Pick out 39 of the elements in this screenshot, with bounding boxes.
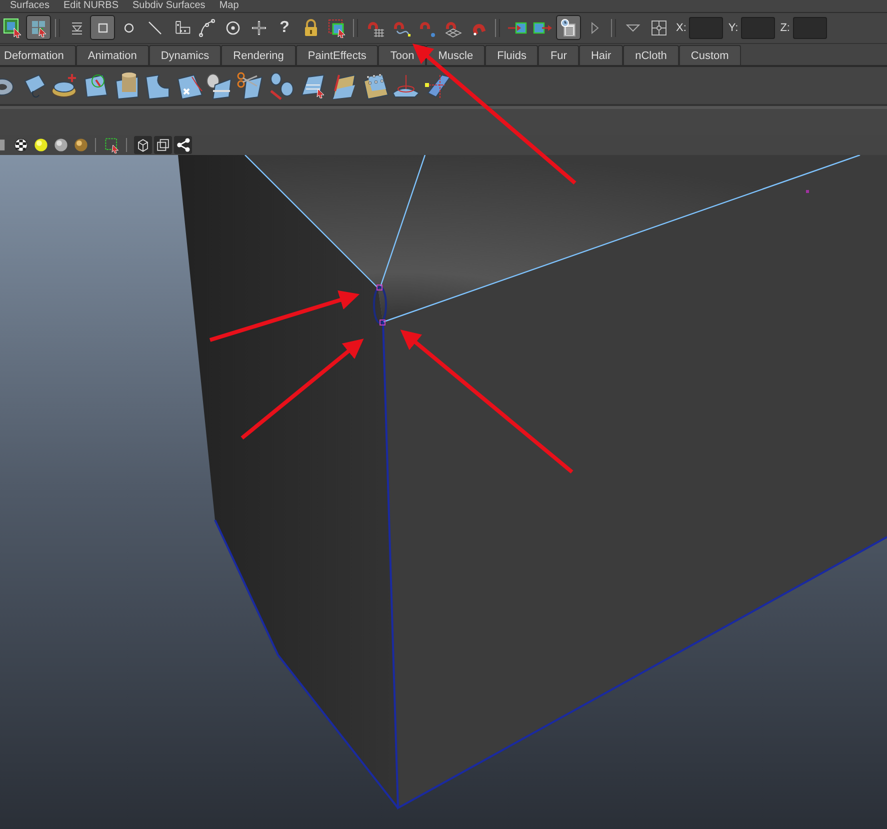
coordinate-field[interactable]: [741, 16, 776, 39]
share-nodes-icon[interactable]: [174, 136, 192, 154]
shelf-tab[interactable]: Fur: [538, 45, 579, 66]
shelf-tab[interactable]: Deformation: [0, 45, 76, 66]
shelf-tab[interactable]: Muscle: [426, 45, 486, 66]
select-icon: [2, 18, 22, 38]
shelf-tab[interactable]: nCloth: [623, 45, 679, 66]
shelf-tab[interactable]: Hair: [578, 45, 624, 66]
checker-sphere-icon[interactable]: [12, 136, 30, 154]
shelf-tab[interactable]: Rendering: [221, 45, 296, 66]
cube-icon[interactable]: [134, 136, 152, 154]
curve-icon: [196, 18, 216, 38]
menu-item[interactable]: Subdiv Surfaces: [132, 0, 206, 12]
coordinate-field[interactable]: [792, 16, 827, 39]
light-sphere-icon[interactable]: [32, 136, 50, 154]
square-button[interactable]: [90, 15, 115, 40]
coordinate-field[interactable]: [689, 16, 724, 39]
shelf-tab[interactable]: Dynamics: [148, 45, 222, 66]
crosshair-icon: [648, 18, 668, 38]
history-button[interactable]: [556, 15, 581, 40]
select-box-icon: [326, 18, 346, 38]
matte-sphere-icon[interactable]: [52, 136, 70, 154]
coordinate-label: X:: [676, 22, 686, 34]
viewport-3d-view[interactable]: [0, 155, 887, 829]
menu-item[interactable]: Surfaces: [10, 0, 50, 12]
history-icon: [558, 18, 578, 38]
menu-item[interactable]: Edit NURBS: [63, 0, 118, 12]
shelf-tab[interactable]: PaintEffects: [296, 45, 378, 66]
menu-item[interactable]: Map: [219, 0, 239, 12]
shelf-tab[interactable]: Custom: [678, 45, 741, 66]
select-box-icon[interactable]: [103, 136, 121, 154]
shelf-tab[interactable]: Animation: [76, 45, 149, 66]
shiny-sphere-icon[interactable]: [72, 136, 90, 154]
coordinate-label: Z:: [780, 22, 790, 34]
shelf-tab[interactable]: Fluids: [485, 45, 538, 66]
grid-cursor-button[interactable]: [26, 15, 51, 40]
help-button[interactable]: ?: [272, 15, 297, 40]
coordinate-label: Y:: [728, 22, 738, 34]
overlap-squares-icon[interactable]: [154, 136, 172, 154]
